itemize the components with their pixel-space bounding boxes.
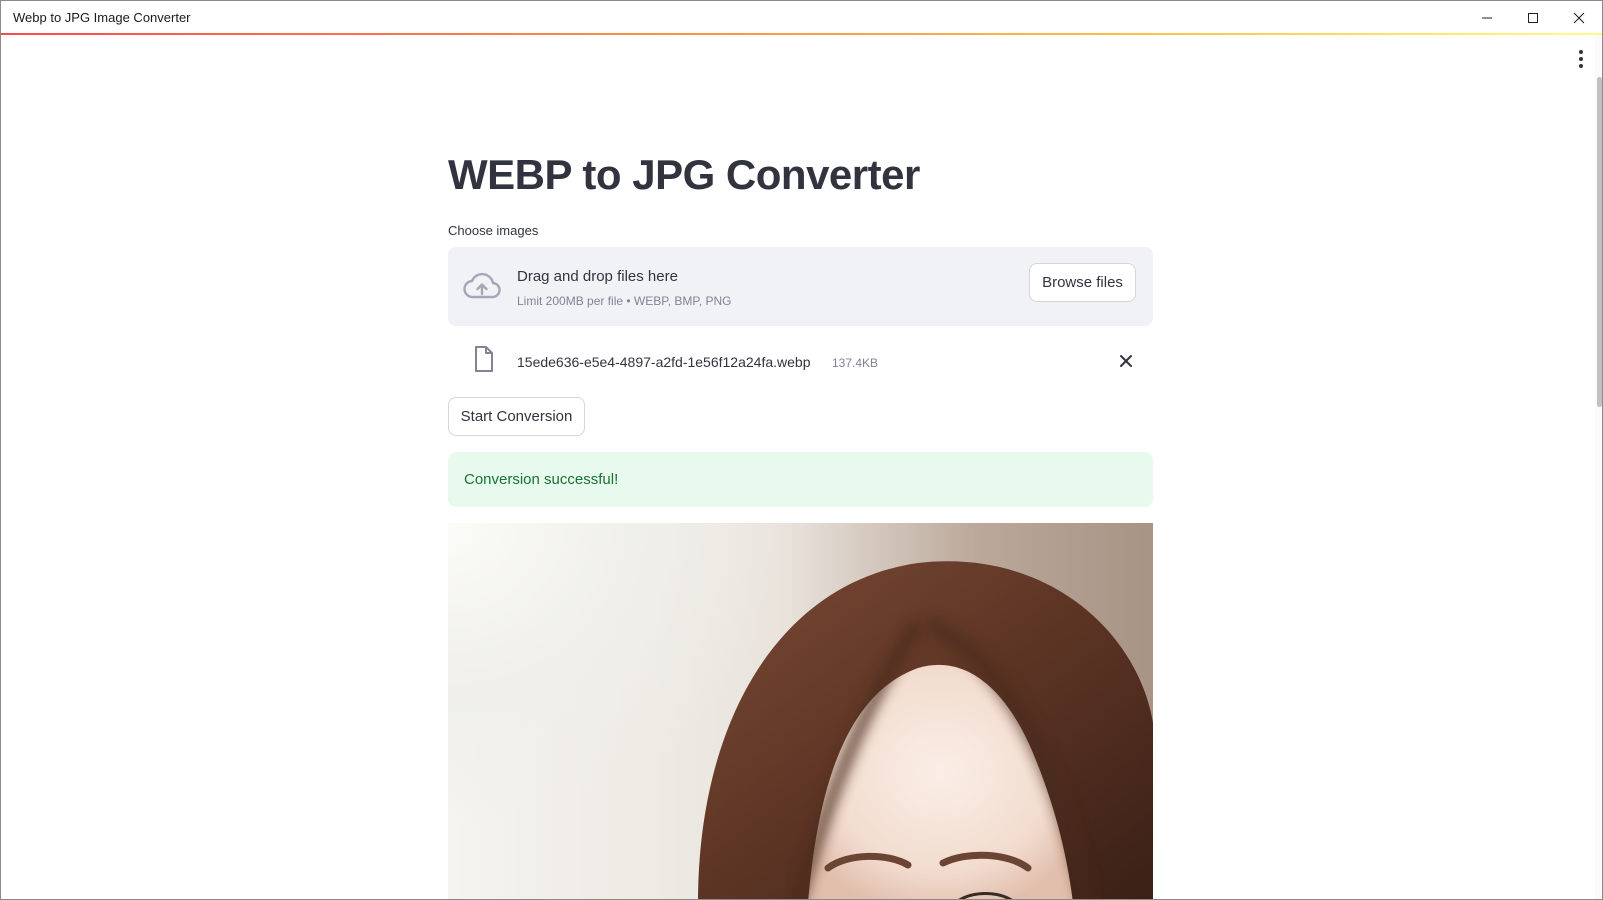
remove-file-icon[interactable]: [1118, 353, 1134, 369]
uploaded-file-size: 137.4KB: [832, 356, 879, 370]
dropzone-limits: Limit 200MB per file • WEBP, BMP, PNG: [517, 294, 732, 308]
uploaded-file-row: 15ede636-e5e4-4897-a2fd-1e56f12a24fa.web…: [448, 342, 1153, 382]
app-window: Webp to JPG Image Converter WEBP to JPG …: [0, 0, 1603, 900]
maximize-icon: [1528, 12, 1538, 23]
uploaded-file-name: 15ede636-e5e4-4897-a2fd-1e56f12a24fa.web…: [517, 354, 811, 370]
main-menu-button[interactable]: [1569, 47, 1593, 71]
file-dropzone[interactable]: Drag and drop files here Limit 200MB per…: [448, 247, 1153, 326]
converted-image-preview: [448, 523, 1153, 899]
portrait-image: [698, 561, 1153, 899]
close-window-button[interactable]: [1556, 1, 1602, 34]
file-icon: [475, 346, 493, 372]
start-conversion-button[interactable]: Start Conversion: [448, 397, 585, 436]
browse-files-button[interactable]: Browse files: [1029, 263, 1136, 302]
minimize-icon: [1482, 17, 1492, 18]
window-title: Webp to JPG Image Converter: [13, 10, 191, 25]
close-icon: [1573, 12, 1585, 23]
title-bar: Webp to JPG Image Converter: [1, 1, 1602, 34]
cloud-upload-icon: [463, 272, 501, 299]
scrollbar-thumb[interactable]: [1597, 77, 1602, 407]
minimize-button[interactable]: [1464, 1, 1510, 34]
success-message: Conversion successful!: [464, 471, 619, 488]
uploader-label: Choose images: [448, 223, 539, 238]
maximize-button[interactable]: [1510, 1, 1556, 34]
page-title: WEBP to JPG Converter: [448, 151, 920, 198]
vertical-scrollbar[interactable]: [1595, 35, 1602, 899]
kebab-menu-icon: [1579, 50, 1583, 54]
dropzone-instructions: Drag and drop files here: [517, 268, 678, 285]
success-alert: Conversion successful!: [448, 452, 1153, 507]
main-content: WEBP to JPG Converter Choose images Drag…: [448, 35, 1153, 899]
